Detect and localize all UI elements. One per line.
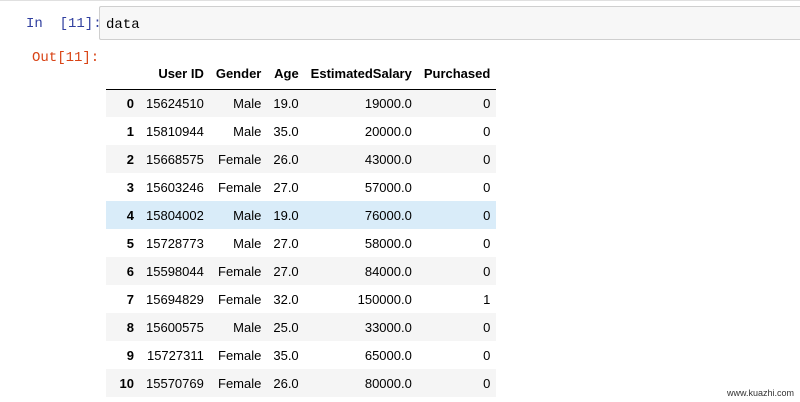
input-cell[interactable]: In [11]: data [0,0,800,44]
cell-age: 19.0 [273,95,299,111]
table-row: 1 15810944 Male 35.0 20000.0 0 [106,117,497,145]
cell-purchased: 0 [483,375,491,391]
table-row: 10 15570769 Female 26.0 80000.0 0 [106,369,497,397]
cell-age: 25.0 [273,319,299,335]
watermark: www.kuazhi.com [726,388,794,398]
input-prompt: In [11]: [26,16,102,32]
code-editor[interactable]: data [99,6,800,40]
column-header-index [106,58,140,90]
row-index: 2 [126,151,134,167]
output-prompt: Out[11]: [32,50,100,66]
row-index: 6 [126,263,134,279]
column-header-age: Age [267,58,305,90]
row-index: 5 [126,235,134,251]
cell-age: 35.0 [273,347,299,363]
cell-estimated-salary: 150000.0 [357,291,412,307]
column-header-user-id: User ID [140,58,210,90]
table-row: 7 15694829 Female 32.0 150000.0 1 [106,285,497,313]
cell-estimated-salary: 84000.0 [364,263,412,279]
cell-user-id: 15694829 [146,291,204,307]
cell-gender: Male [233,319,262,335]
table-header-row: User ID Gender Age EstimatedSalary Purch… [106,58,497,90]
cell-estimated-salary: 58000.0 [364,235,412,251]
table-row: 5 15728773 Male 27.0 58000.0 0 [106,229,497,257]
cell-gender: Female [218,375,262,391]
cell-estimated-salary: 57000.0 [364,179,412,195]
cell-purchased: 0 [483,123,491,139]
cell-estimated-salary: 33000.0 [364,319,412,335]
column-header-gender: Gender [209,58,268,90]
table-row: 6 15598044 Female 27.0 84000.0 0 [106,257,497,285]
table-body: 0 15624510 Male 19.0 19000.0 0 1 15810944 Male 35… [106,89,497,397]
cell-age: 32.0 [273,291,299,307]
cell-age: 35.0 [273,123,299,139]
cell-gender: Female [218,179,262,195]
table-row: 4 15804002 Male 19.0 76000.0 0 [106,201,497,229]
cell-user-id: 15598044 [146,263,204,279]
cell-purchased: 1 [483,291,491,307]
cell-age: 27.0 [273,179,299,195]
row-index: 10 [119,375,134,391]
cell-user-id: 15624510 [146,95,204,111]
code-text[interactable]: data [106,17,140,33]
cell-purchased: 0 [483,235,491,251]
cell-user-id: 15600575 [146,319,204,335]
table-row: 3 15603246 Female 27.0 57000.0 0 [106,173,497,201]
cell-user-id: 15570769 [146,375,204,391]
table-row: 8 15600575 Male 25.0 33000.0 0 [106,313,497,341]
cell-age: 27.0 [273,263,299,279]
cell-estimated-salary: 43000.0 [364,151,412,167]
cell-purchased: 0 [483,319,491,335]
cell-gender: Male [233,235,262,251]
cell-gender: Male [233,95,262,111]
cell-purchased: 0 [483,95,491,111]
cell-user-id: 15727311 [146,347,204,363]
cell-age: 26.0 [273,151,299,167]
table-row: 2 15668575 Female 26.0 43000.0 0 [106,145,497,173]
cell-purchased: 0 [483,151,491,167]
cell-gender: Male [233,207,262,223]
column-header-estimated-salary: EstimatedSalary [304,58,418,90]
row-index: 3 [126,179,134,195]
dataframe-table: User ID Gender Age EstimatedSalary Purch… [106,58,497,397]
row-index: 9 [126,347,134,363]
cell-purchased: 0 [483,179,491,195]
row-index: 8 [126,319,134,335]
cell-estimated-salary: 80000.0 [364,375,412,391]
cell-estimated-salary: 65000.0 [364,347,412,363]
row-index: 1 [126,123,134,139]
cell-purchased: 0 [483,347,491,363]
row-index: 0 [126,95,134,111]
cell-user-id: 15603246 [146,179,204,195]
cell-gender: Male [233,123,262,139]
cell-age: 26.0 [273,375,299,391]
cell-estimated-salary: 20000.0 [364,123,412,139]
table-row: 9 15727311 Female 35.0 65000.0 0 [106,341,497,369]
cell-user-id: 15728773 [146,235,204,251]
table-row: 0 15624510 Male 19.0 19000.0 0 [106,89,497,117]
cell-user-id: 15668575 [146,151,204,167]
cell-gender: Female [218,291,262,307]
cell-user-id: 15804002 [146,207,204,223]
cell-age: 19.0 [273,207,299,223]
cell-user-id: 15810944 [146,123,204,139]
cell-estimated-salary: 76000.0 [364,207,412,223]
row-index: 4 [126,207,134,223]
cell-purchased: 0 [483,207,491,223]
row-index: 7 [126,291,134,307]
cell-purchased: 0 [483,263,491,279]
cell-gender: Female [218,151,262,167]
cell-gender: Female [218,347,262,363]
cell-gender: Female [218,263,262,279]
cell-estimated-salary: 19000.0 [364,95,412,111]
column-header-purchased: Purchased [417,58,497,90]
cell-age: 27.0 [273,235,299,251]
